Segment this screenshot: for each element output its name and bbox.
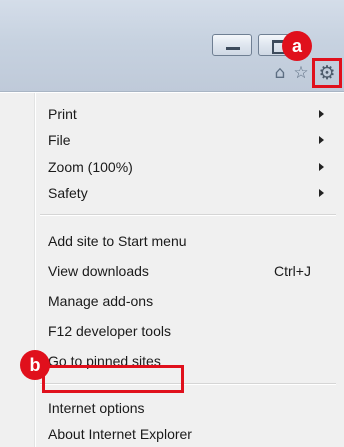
minimize-icon xyxy=(226,47,240,50)
menu-item-label: View downloads xyxy=(48,263,149,279)
menu-item-about-internet-explorer[interactable]: About Internet Explorer xyxy=(48,421,328,447)
menu-item-internet-options[interactable]: Internet options xyxy=(48,395,328,421)
menu-item-label: About Internet Explorer xyxy=(48,426,192,442)
menu-item-shortcut: Ctrl+J xyxy=(274,263,311,279)
internet-options-highlight-box xyxy=(42,365,184,393)
gear-highlight-box xyxy=(312,58,342,88)
minimize-button[interactable] xyxy=(212,34,252,56)
menu-separator xyxy=(40,214,336,216)
home-icon[interactable]: ⌂ xyxy=(269,62,291,84)
submenu-arrow-icon xyxy=(319,163,324,171)
menu-item-add-site-to-start[interactable]: Add site to Start menu xyxy=(48,228,328,254)
callout-a: a xyxy=(282,31,312,61)
menu-item-label: Manage add-ons xyxy=(48,293,154,309)
submenu-arrow-icon xyxy=(319,110,324,118)
tools-menu: Print File Zoom (100%) Safety Add site t… xyxy=(0,93,344,447)
menu-item-label: Print xyxy=(48,106,77,122)
menu-item-safety[interactable]: Safety xyxy=(48,180,328,206)
star-icon[interactable]: ☆ xyxy=(290,62,312,84)
menu-gutter xyxy=(34,93,36,447)
menu-item-label: Safety xyxy=(48,185,88,201)
menu-item-f12-developer-tools[interactable]: F12 developer tools xyxy=(48,318,328,344)
menu-item-zoom[interactable]: Zoom (100%) xyxy=(48,154,328,180)
submenu-arrow-icon xyxy=(319,189,324,197)
menu-item-manage-add-ons[interactable]: Manage add-ons xyxy=(48,288,328,314)
menu-item-label: Internet options xyxy=(48,400,145,416)
menu-item-view-downloads[interactable]: View downloads Ctrl+J xyxy=(48,258,328,284)
callout-b: b xyxy=(20,350,50,380)
menu-item-label: File xyxy=(48,132,71,148)
submenu-arrow-icon xyxy=(319,136,324,144)
menu-item-label: Zoom (100%) xyxy=(48,159,133,175)
menu-item-label: Add site to Start menu xyxy=(48,233,187,249)
menu-item-label: F12 developer tools xyxy=(48,323,171,339)
menu-item-file[interactable]: File xyxy=(48,127,328,153)
menu-item-print[interactable]: Print xyxy=(48,101,328,127)
